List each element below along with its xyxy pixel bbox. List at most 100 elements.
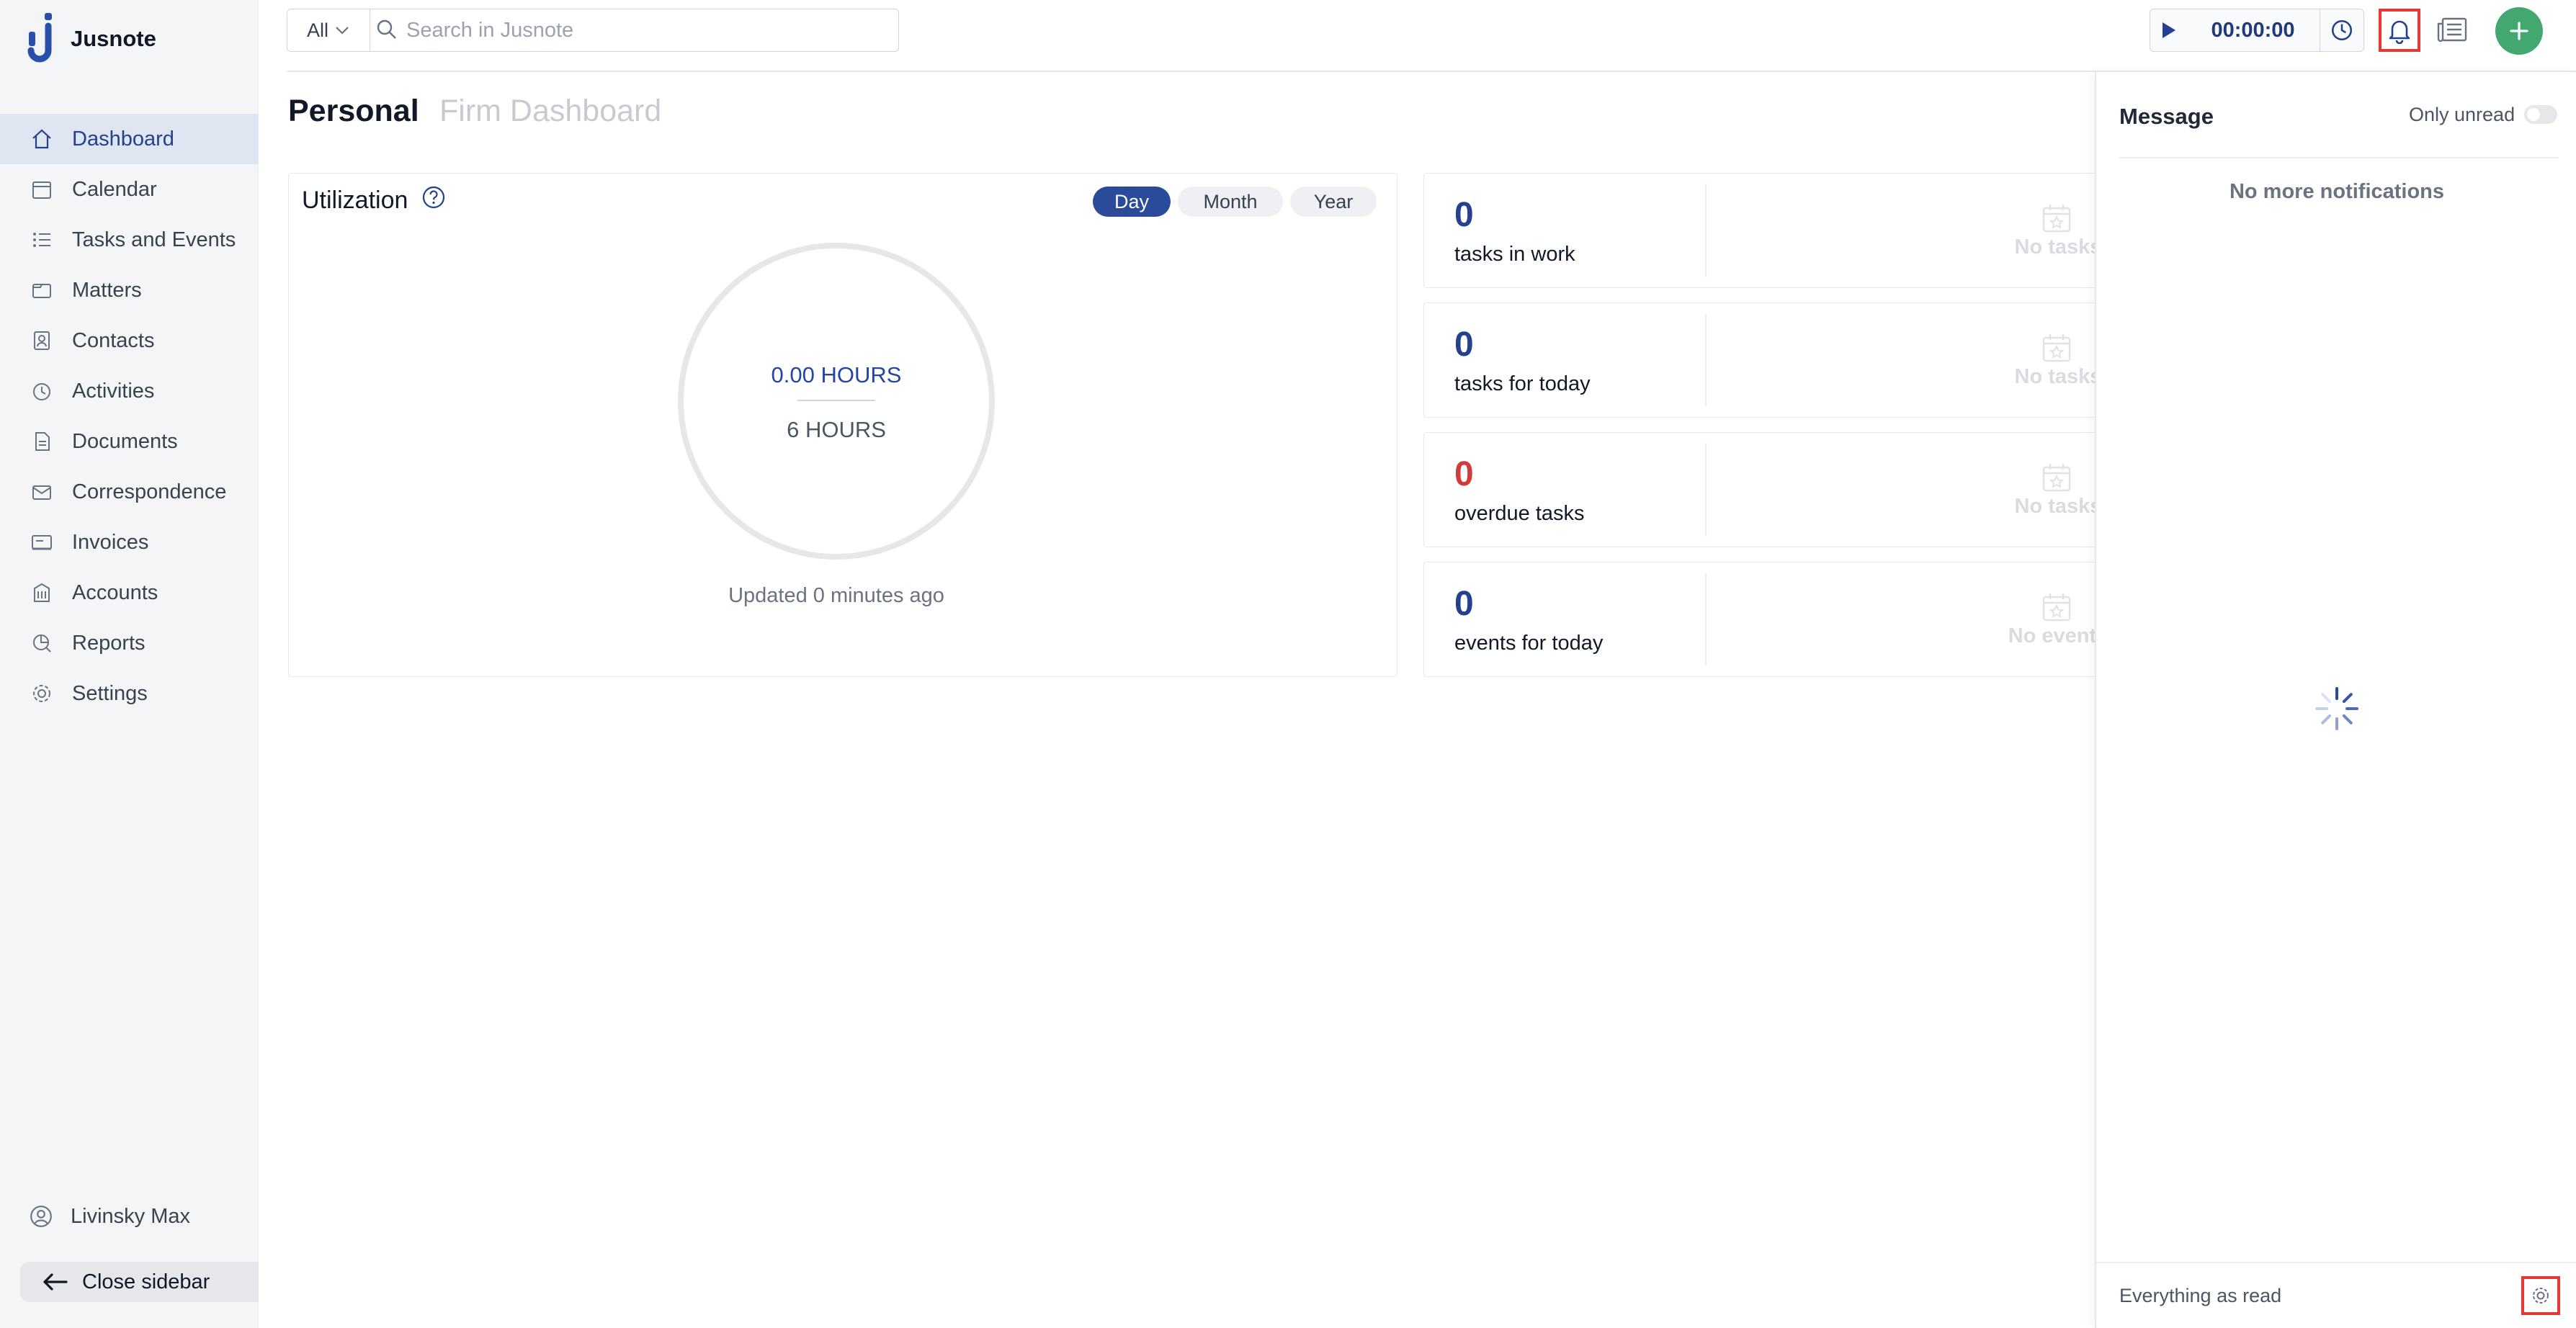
invoices-icon	[29, 529, 55, 555]
stat-label: tasks in work	[1454, 243, 1575, 266]
user-avatar-icon	[29, 1204, 53, 1229]
only-unread-label: Only unread	[2409, 104, 2515, 125]
sidebar-item-label: Dashboard	[72, 127, 174, 151]
timer-play-button[interactable]	[2150, 21, 2186, 40]
sidebar-item-accounts[interactable]: Accounts	[0, 567, 258, 618]
sidebar-item-label: Matters	[72, 278, 142, 302]
contacts-icon	[29, 328, 55, 354]
utilization-title: Utilization	[302, 187, 408, 214]
period-year-button[interactable]: Year	[1290, 187, 1377, 217]
target-hours: 6 HOURS	[787, 417, 886, 442]
notifications-panel: Message Only unread No more notification…	[2095, 72, 2576, 1328]
tab-personal[interactable]: Personal	[288, 94, 419, 129]
notifications-title: Message	[2119, 104, 2214, 129]
search-scope-select[interactable]: All	[287, 9, 370, 51]
stat-label: events for today	[1454, 632, 1604, 655]
sidebar-item-activities[interactable]: Activities	[0, 366, 258, 416]
stat-divider	[1705, 443, 1707, 537]
sidebar-item-label: Settings	[72, 681, 148, 705]
sidebar-item-settings[interactable]: Settings	[0, 668, 258, 719]
only-unread-toggle[interactable]	[2524, 105, 2557, 124]
period-month-button[interactable]: Month	[1178, 187, 1283, 217]
newspaper-icon	[2436, 17, 2468, 44]
tasks-icon	[29, 227, 55, 253]
home-icon	[29, 126, 55, 152]
calendar-star-icon	[2041, 462, 2072, 493]
updated-text: Updated 0 minutes ago	[728, 584, 944, 607]
panel-divider	[2119, 157, 2559, 158]
search-icon	[376, 19, 398, 40]
sidebar-item-label: Correspondence	[72, 480, 227, 503]
tab-firm-dashboard[interactable]: Firm Dashboard	[439, 94, 661, 129]
stat-divider	[1705, 313, 1707, 407]
stat-value: 0	[1454, 196, 1474, 234]
timer-history-button[interactable]	[2320, 9, 2363, 51]
notifications-button[interactable]	[2379, 9, 2420, 52]
ring-divider	[797, 400, 875, 401]
close-sidebar-button[interactable]: Close sidebar	[20, 1262, 258, 1302]
loading-spinner-icon	[2312, 684, 2361, 733]
reports-icon	[29, 630, 55, 656]
worked-hours: 0.00 HOURS	[771, 362, 902, 387]
stat-label: overdue tasks	[1454, 502, 1585, 525]
help-icon[interactable]	[421, 185, 446, 210]
sidebar-item-contacts[interactable]: Contacts	[0, 315, 258, 366]
stat-value: 0	[1454, 585, 1474, 623]
gear-icon	[2530, 1285, 2552, 1306]
search-input[interactable]	[370, 9, 898, 52]
stat-divider	[1705, 573, 1707, 666]
activities-icon	[29, 378, 55, 404]
calendar-star-icon	[2041, 202, 2072, 234]
sidebar-item-invoices[interactable]: Invoices	[0, 517, 258, 567]
sidebar-item-label: Documents	[72, 429, 178, 453]
add-new-button[interactable]	[2495, 7, 2543, 55]
matters-icon	[29, 277, 55, 303]
bell-icon	[2387, 17, 2412, 44]
plus-icon	[2509, 21, 2529, 41]
timer-display: 00:00:00	[2211, 18, 2295, 42]
close-sidebar-label: Close sidebar	[82, 1270, 210, 1293]
sidebar: Jusnote Dashboard Calendar Tasks and Eve…	[0, 0, 259, 1328]
sidebar-item-label: Tasks and Events	[72, 228, 236, 251]
arrow-left-icon	[40, 1272, 69, 1292]
sidebar-item-documents[interactable]: Documents	[0, 416, 258, 467]
period-day-button[interactable]: Day	[1093, 187, 1171, 217]
calendar-star-icon	[2041, 591, 2072, 623]
play-icon	[2160, 21, 2177, 40]
user-profile[interactable]: Livinsky Max	[29, 1204, 190, 1229]
calendar-star-icon	[2041, 332, 2072, 364]
sidebar-item-label: Calendar	[72, 177, 157, 201]
correspondence-icon	[29, 479, 55, 505]
stat-label: tasks for today	[1454, 372, 1591, 395]
mark-all-read-button[interactable]: Everything as read	[2119, 1285, 2281, 1307]
accounts-icon	[29, 580, 55, 606]
sidebar-item-reports[interactable]: Reports	[0, 618, 258, 668]
documents-icon	[29, 429, 55, 454]
sidebar-item-label: Reports	[72, 631, 146, 655]
sidebar-item-label: Contacts	[72, 328, 155, 352]
sidebar-item-matters[interactable]: Matters	[0, 265, 258, 315]
no-notifications-text: No more notifications	[2229, 180, 2445, 203]
stat-divider	[1705, 184, 1707, 277]
calendar-icon	[29, 176, 55, 202]
toggle-knob	[2527, 108, 2540, 121]
sidebar-item-dashboard[interactable]: Dashboard	[0, 114, 258, 164]
panel-footer-divider	[2096, 1262, 2576, 1263]
sidebar-item-label: Invoices	[72, 530, 149, 554]
stat-value: 0	[1454, 455, 1474, 493]
jusnote-logo-icon	[26, 12, 58, 63]
user-name: Livinsky Max	[71, 1204, 190, 1228]
app-name: Jusnote	[71, 26, 156, 51]
stat-value: 0	[1454, 326, 1474, 364]
news-button[interactable]	[2433, 12, 2471, 49]
notification-settings-button[interactable]	[2521, 1276, 2560, 1315]
sidebar-item-correspondence[interactable]: Correspondence	[0, 467, 258, 517]
sidebar-item-tasks-and-events[interactable]: Tasks and Events	[0, 215, 258, 265]
sidebar-nav: Dashboard Calendar Tasks and Events Matt…	[0, 114, 258, 719]
time-tracker: 00:00:00	[2150, 9, 2364, 52]
gear-icon	[29, 681, 55, 706]
sidebar-item-calendar[interactable]: Calendar	[0, 164, 258, 215]
utilization-card: Utilization Day Month Year 0.00 HOURS 6 …	[288, 173, 1397, 677]
search-scope-value: All	[306, 19, 328, 41]
sidebar-item-label: Activities	[72, 379, 155, 403]
